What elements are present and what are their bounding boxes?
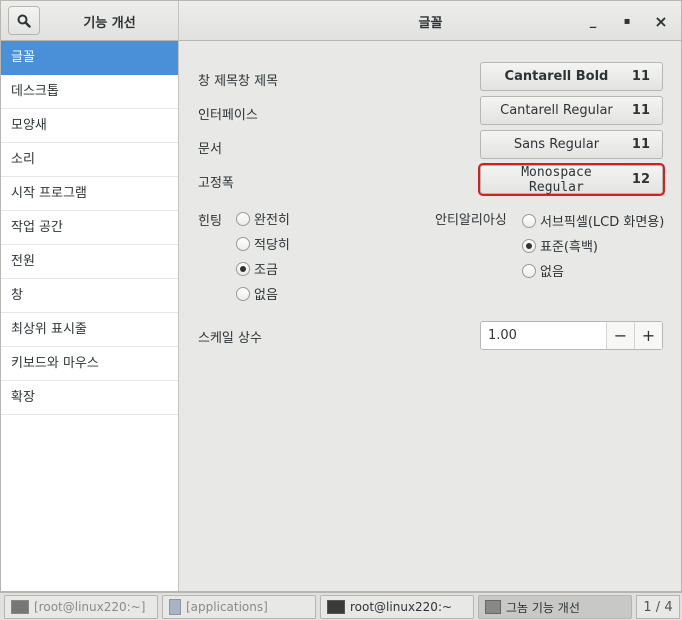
- font-name: Cantarell Regular: [500, 103, 613, 118]
- antialiasing-radio-none[interactable]: 없음: [522, 261, 564, 280]
- font-name: Cantarell Bold: [504, 69, 609, 84]
- antialiasing-radio-standard[interactable]: 표준(흑백): [522, 236, 598, 255]
- radio-label: 조금: [254, 263, 278, 278]
- font-size: 11: [631, 137, 650, 152]
- sidebar-item-keyboard-mouse[interactable]: 키보드와 마우스: [1, 347, 178, 381]
- monospace-font-label: 고정폭: [198, 176, 234, 191]
- decrement-button[interactable]: −: [606, 322, 634, 349]
- radio-label: 적당히: [254, 238, 290, 253]
- radio-circle-checked: [236, 261, 250, 276]
- sidebar-item-startup-apps[interactable]: 시작 프로그램: [1, 177, 178, 211]
- hinting-radio-slight[interactable]: 조금: [236, 259, 278, 278]
- task-label: root@linux220:~: [350, 600, 453, 614]
- taskbar-item-terminal-minimized[interactable]: [root@linux220:~]: [4, 595, 158, 619]
- task-label: 그놈 기능 개선: [506, 600, 580, 615]
- font-size: 11: [631, 103, 650, 118]
- radio-label: 없음: [540, 265, 564, 280]
- font-size: 11: [631, 69, 650, 84]
- hinting-radio-full[interactable]: 완전히: [236, 209, 290, 228]
- antialiasing-label: 안티알리아싱: [435, 213, 507, 228]
- document-font-label: 문서: [198, 142, 222, 157]
- document-font-button[interactable]: Sans Regular 11: [480, 130, 663, 159]
- terminal-icon: [11, 600, 29, 614]
- radio-circle-checked: [522, 238, 536, 253]
- radio-circle: [522, 263, 536, 278]
- task-label: [root@linux220:~]: [34, 600, 146, 614]
- sidebar-item-sound[interactable]: 소리: [1, 143, 178, 177]
- scale-factor-label: 스케일 상수: [198, 331, 262, 346]
- scale-factor-spinner: − +: [480, 321, 663, 350]
- sidebar: 글꼴 데스크톱 모양새 소리 시작 프로그램 작업 공간 전원 창 최상위 표시…: [1, 41, 179, 591]
- sidebar-item-top-bar[interactable]: 최상위 표시줄: [1, 313, 178, 347]
- maximize-button[interactable]: ▪: [617, 11, 637, 31]
- interface-font-button[interactable]: Cantarell Regular 11: [480, 96, 663, 125]
- font-size: 12: [631, 172, 650, 187]
- radio-circle: [236, 286, 250, 301]
- close-button[interactable]: ×: [651, 11, 671, 31]
- font-name: Monospace Regular: [521, 164, 592, 195]
- tweak-tool-window: 기능 개선 글꼴 _ ▪ × 글꼴 데스크톱 모양새 소리 시작 프로그램 작업…: [0, 0, 682, 592]
- sidebar-item-appearance[interactable]: 모양새: [1, 109, 178, 143]
- radio-circle: [236, 211, 250, 226]
- radio-label: 서브픽셀(LCD 화면용): [540, 215, 665, 230]
- minimize-button[interactable]: _: [583, 11, 603, 31]
- fonts-panel: 창 제목창 제목 Cantarell Bold 11 인터페이스 Cantare…: [180, 41, 681, 591]
- radio-circle: [522, 213, 536, 228]
- hinting-label: 힌팅: [198, 214, 222, 229]
- monospace-font-button[interactable]: Monospace Regular 12: [478, 163, 665, 196]
- taskbar: [root@linux220:~] [applications] root@li…: [0, 592, 682, 620]
- file-cabinet-icon: [169, 599, 181, 615]
- search-button[interactable]: [8, 6, 40, 35]
- sidebar-item-desktop[interactable]: 데스크톱: [1, 75, 178, 109]
- radio-label: 없음: [254, 288, 278, 303]
- hinting-radio-none[interactable]: 없음: [236, 284, 278, 303]
- app-title: 기능 개선: [83, 16, 136, 31]
- window-title-font-button[interactable]: Cantarell Bold 11: [480, 62, 663, 91]
- sidebar-item-windows[interactable]: 창: [1, 279, 178, 313]
- sidebar-item-power[interactable]: 전원: [1, 245, 178, 279]
- taskbar-item-tweak-tool[interactable]: 그놈 기능 개선: [478, 595, 632, 619]
- sidebar-item-fonts[interactable]: 글꼴: [1, 41, 178, 75]
- radio-label: 표준(흑백): [540, 240, 598, 255]
- header-bar: 기능 개선 글꼴 _ ▪ ×: [1, 1, 681, 41]
- scale-factor-input[interactable]: [481, 322, 606, 349]
- workspace-pager[interactable]: 1 / 4: [636, 595, 680, 619]
- page-title: 글꼴: [418, 16, 443, 31]
- window-title-font-label: 창 제목창 제목: [198, 74, 279, 89]
- sidebar-item-workspaces[interactable]: 작업 공간: [1, 211, 178, 245]
- antialiasing-radio-subpixel[interactable]: 서브픽셀(LCD 화면용): [522, 211, 664, 230]
- search-icon: [17, 14, 31, 28]
- radio-circle: [236, 236, 250, 251]
- terminal-icon: [327, 600, 345, 614]
- increment-button[interactable]: +: [634, 322, 662, 349]
- taskbar-item-terminal[interactable]: root@linux220:~: [320, 595, 474, 619]
- taskbar-item-applications[interactable]: [applications]: [162, 595, 316, 619]
- interface-font-label: 인터페이스: [198, 108, 258, 123]
- tweak-tool-icon: [485, 600, 501, 614]
- radio-label: 완전히: [254, 213, 290, 228]
- sidebar-item-extensions[interactable]: 확장: [1, 381, 178, 415]
- hinting-radio-medium[interactable]: 적당히: [236, 234, 290, 253]
- font-name: Sans Regular: [513, 137, 600, 152]
- task-label: [applications]: [186, 600, 268, 614]
- header-left-pane: 기능 개선: [1, 1, 179, 41]
